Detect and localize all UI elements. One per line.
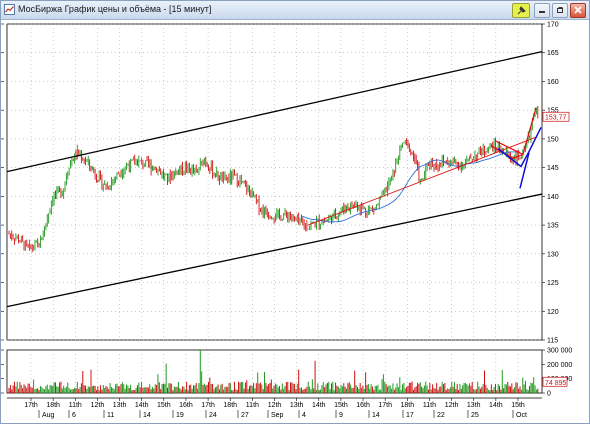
window-title: МосБиржа График цены и объёма - [15 мину… <box>18 4 212 14</box>
time-tick-label: 14th <box>312 402 326 409</box>
close-icon <box>574 6 582 14</box>
pin-button[interactable] <box>512 3 530 18</box>
time-tick-label: 15th <box>334 402 348 409</box>
time-tick-label: 18th <box>223 402 237 409</box>
time-tick-label: 11th <box>69 402 82 409</box>
date-tick-label: 19 <box>176 412 184 419</box>
time-tick-label: 14th <box>489 402 503 409</box>
last-price-label: 153,77 <box>545 115 567 122</box>
date-tick-label: 22 <box>437 412 445 419</box>
date-tick-label: Aug <box>42 412 55 419</box>
blue-pattern-line <box>497 127 542 168</box>
time-tick-label: 18th <box>46 402 60 409</box>
time-tick-label: 13th <box>113 402 127 409</box>
channel-lower-line <box>6 193 543 308</box>
date-tick-label: 11 <box>107 412 114 419</box>
price-tick-label: 135 <box>547 223 559 230</box>
date-tick-label: 4 <box>302 412 306 419</box>
red-trend-line <box>307 136 537 226</box>
minimize-icon <box>539 11 545 13</box>
date-tick-label: 25 <box>471 412 479 419</box>
channel-upper-line <box>6 50 543 173</box>
time-tick-label: 13th <box>290 402 304 409</box>
time-tick-label: 15th <box>157 402 171 409</box>
date-tick-label: 14 <box>372 412 380 419</box>
date-tick-label: Sep <box>271 412 284 419</box>
chart-window: МосБиржа График цены и объёма - [15 мину… <box>0 0 590 424</box>
restore-button[interactable] <box>552 3 568 18</box>
time-tick-label: 11th <box>246 402 259 409</box>
price-tick-label: 145 <box>547 165 559 172</box>
time-tick-label: 16th <box>179 402 193 409</box>
time-tick-label: 17th <box>201 402 215 409</box>
time-tick-label: 17th <box>378 402 392 409</box>
time-tick-label: 18th <box>401 402 415 409</box>
price-tick-label: 140 <box>547 194 559 201</box>
time-tick-label: 14th <box>135 402 149 409</box>
date-tick-label: 9 <box>339 412 343 419</box>
price-tick-label: 130 <box>547 251 559 258</box>
price-tick-label: 150 <box>547 136 559 143</box>
minimize-button[interactable] <box>534 3 550 18</box>
title-bar[interactable]: МосБиржа График цены и объёма - [15 мину… <box>1 1 589 20</box>
time-tick-label: 12th <box>268 402 282 409</box>
date-tick-label: 17 <box>406 412 414 419</box>
volume-tick-label: 300 000 <box>547 348 572 355</box>
close-button[interactable] <box>570 3 586 18</box>
price-volume-chart[interactable]: 17016516015515014514013513012512011517th… <box>1 20 589 423</box>
pin-icon <box>517 6 526 15</box>
axis-pane: 17016516015515014514013513012512011517th… <box>1 22 572 419</box>
price-tick-label: 170 <box>547 22 559 29</box>
date-tick-label: 27 <box>241 412 249 419</box>
time-tick-label: 13th <box>467 402 481 409</box>
time-tick-label: 17th <box>24 402 38 409</box>
volume-tick-label: 200 000 <box>547 362 572 369</box>
time-tick-label: 12th <box>91 402 105 409</box>
price-tick-label: 165 <box>547 50 559 57</box>
time-tick-label: 12th <box>445 402 459 409</box>
volume-tick-label: 0 <box>547 391 551 398</box>
price-tick-label: 125 <box>547 280 559 287</box>
volume-pane <box>8 350 539 393</box>
time-tick-label: 15th <box>511 402 525 409</box>
time-tick-label: 11th <box>423 402 436 409</box>
price-tick-label: 120 <box>547 309 559 316</box>
price-tick-label: 115 <box>547 338 558 345</box>
date-tick-label: 14 <box>143 412 151 419</box>
price-grid <box>6 23 543 394</box>
time-tick-label: 16th <box>356 402 370 409</box>
date-tick-label: 24 <box>209 412 217 419</box>
chart-app-icon <box>4 4 15 15</box>
date-tick-label: 6 <box>72 412 76 419</box>
date-tick-label: Oct <box>516 412 527 419</box>
restore-icon <box>557 7 563 13</box>
last-volume-label: 74 895 <box>545 380 567 387</box>
price-tick-label: 160 <box>547 79 559 86</box>
